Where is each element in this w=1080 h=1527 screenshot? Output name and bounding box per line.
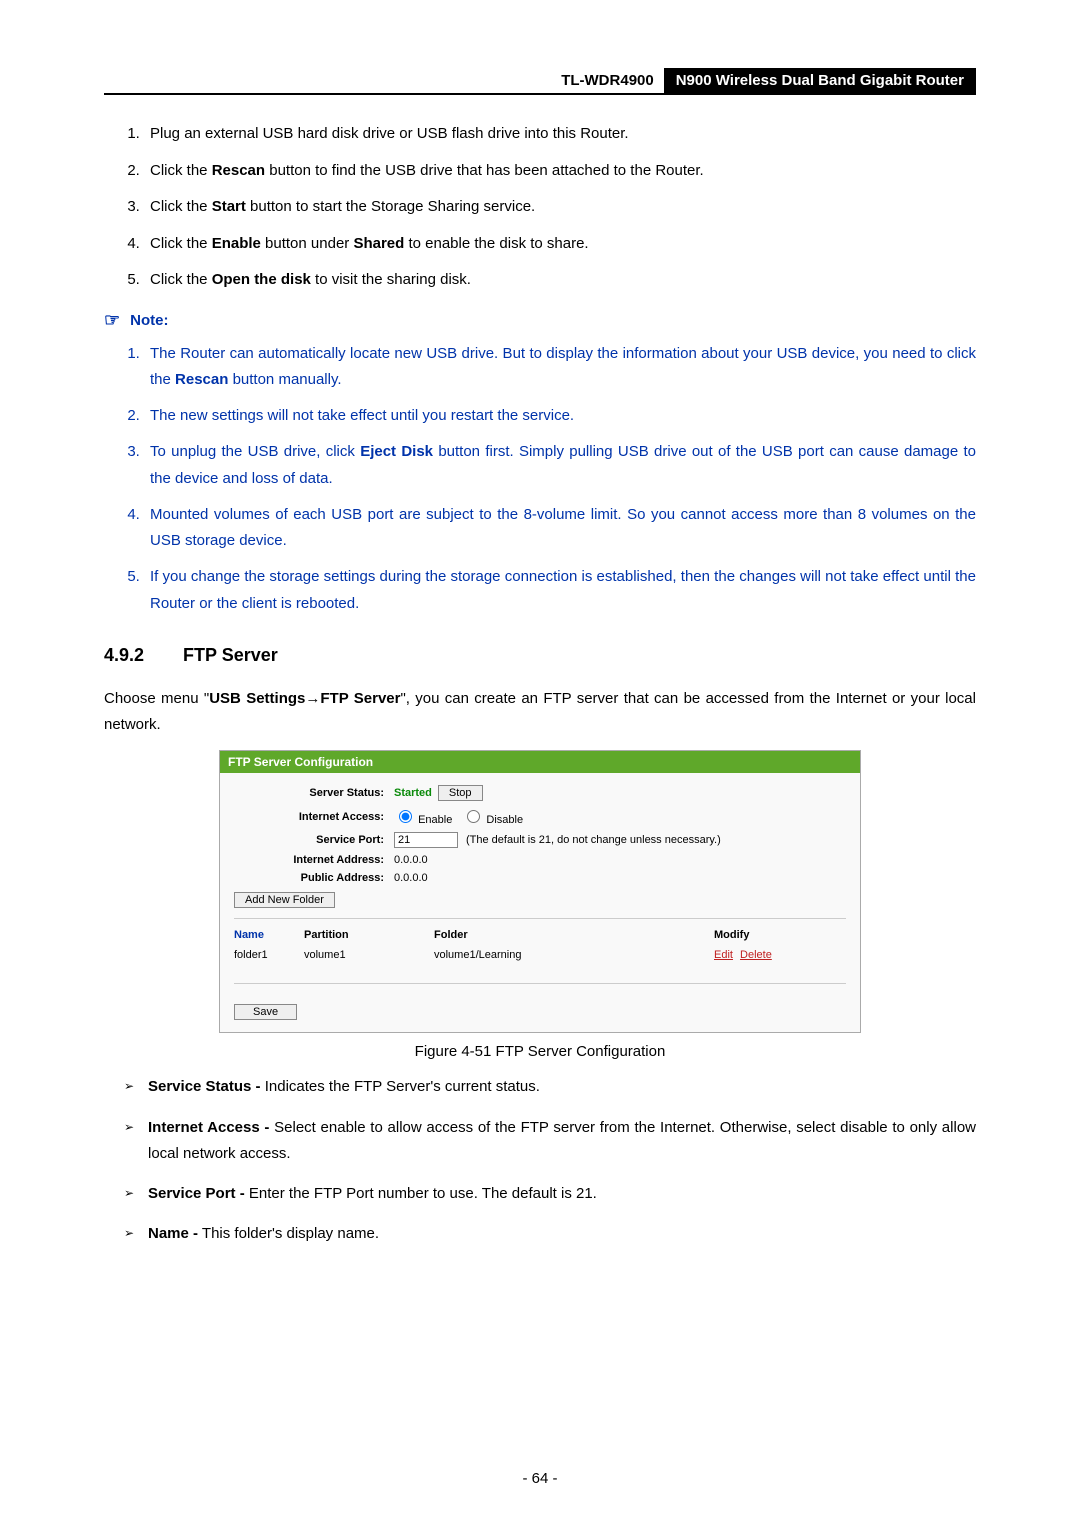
note-item: The Router can automatically locate new … <box>144 341 976 394</box>
delete-link[interactable]: Delete <box>740 949 772 961</box>
panel-title: FTP Server Configuration <box>220 751 860 773</box>
disable-text: Disable <box>486 814 523 826</box>
list-item: Name - This folder's display name. <box>124 1221 976 1247</box>
note-label: Note: <box>130 312 168 329</box>
col-partition-header: Partition <box>304 929 349 941</box>
step-item: Click the Start button to start the Stor… <box>144 196 976 219</box>
row-folder: volume1/Learning <box>434 949 714 961</box>
save-button[interactable]: Save <box>234 1004 297 1020</box>
list-item: Internet Access - Select enable to allow… <box>124 1115 976 1168</box>
stop-button[interactable]: Stop <box>438 785 483 801</box>
steps-list: Plug an external USB hard disk drive or … <box>104 123 976 292</box>
edit-link[interactable]: Edit <box>714 949 733 961</box>
note-item: The new settings will not take effect un… <box>144 403 976 429</box>
service-port-label: Service Port: <box>234 834 394 846</box>
product-name: N900 Wireless Dual Band Gigabit Router <box>664 68 976 93</box>
intro-paragraph: Choose menu "USB Settings→FTP Server", y… <box>104 686 976 739</box>
row-partition: volume1 <box>304 949 434 961</box>
add-new-folder-button[interactable]: Add New Folder <box>234 892 335 908</box>
step-item: Click the Rescan button to find the USB … <box>144 160 976 183</box>
section-heading: 4.9.2 FTP Server <box>104 645 976 666</box>
list-item: Service Port - Enter the FTP Port number… <box>124 1181 976 1207</box>
note-item: If you change the storage settings durin… <box>144 564 976 617</box>
internet-address-label: Internet Address: <box>234 854 394 866</box>
step-item: Click the Enable button under Shared to … <box>144 233 976 256</box>
ftp-config-figure: FTP Server Configuration Server Status: … <box>219 750 861 1033</box>
disable-radio[interactable] <box>467 810 480 823</box>
note-item: Mounted volumes of each USB port are sub… <box>144 502 976 555</box>
definitions-list: Service Status - Indicates the FTP Serve… <box>104 1074 976 1247</box>
public-address-value: 0.0.0.0 <box>394 872 428 884</box>
server-status-value: Started <box>394 787 432 799</box>
page-number: - 64 - <box>0 1470 1080 1487</box>
model-number: TL-WDR4900 <box>561 68 664 93</box>
enable-radio-label[interactable]: Enable <box>394 807 452 826</box>
internet-address-value: 0.0.0.0 <box>394 854 428 866</box>
folder-table-header: Name Partition Folder Modify <box>234 925 846 945</box>
service-port-input[interactable] <box>394 832 458 848</box>
step-item: Plug an external USB hard disk drive or … <box>144 123 976 146</box>
disable-radio-label[interactable]: Disable <box>462 807 523 826</box>
col-folder-header: Folder <box>434 929 468 941</box>
section-title: FTP Server <box>183 645 278 665</box>
note-header: ☞ Note: <box>104 310 976 331</box>
section-number: 4.9.2 <box>104 645 178 666</box>
table-row: folder1 volume1 volume1/Learning Edit De… <box>234 945 846 965</box>
figure-caption: Figure 4-51 FTP Server Configuration <box>104 1043 976 1060</box>
col-name-header: Name <box>234 929 264 941</box>
pointing-hand-icon: ☞ <box>104 310 120 331</box>
server-status-label: Server Status: <box>234 787 394 799</box>
list-item: Service Status - Indicates the FTP Serve… <box>124 1074 976 1100</box>
row-name: folder1 <box>234 949 304 961</box>
enable-text: Enable <box>418 814 452 826</box>
step-item: Click the Open the disk to visit the sha… <box>144 269 976 292</box>
service-port-hint: (The default is 21, do not change unless… <box>466 834 721 846</box>
internet-access-label: Internet Access: <box>234 811 394 823</box>
col-modify-header: Modify <box>714 929 749 941</box>
enable-radio[interactable] <box>399 810 412 823</box>
note-list: The Router can automatically locate new … <box>104 341 976 617</box>
public-address-label: Public Address: <box>234 872 394 884</box>
note-item: To unplug the USB drive, click Eject Dis… <box>144 439 976 492</box>
